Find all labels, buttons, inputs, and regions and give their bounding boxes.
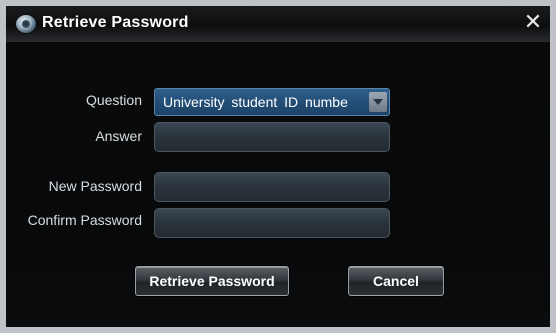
new-password-label: New Password bbox=[48, 178, 142, 194]
dialog-title: Retrieve Password bbox=[42, 14, 189, 31]
new-password-input[interactable] bbox=[155, 173, 389, 201]
close-icon[interactable]: ✕ bbox=[522, 10, 544, 34]
retrieve-password-dialog: Retrieve Password ✕ Question University … bbox=[0, 0, 556, 333]
confirm-password-input[interactable] bbox=[155, 209, 389, 237]
confirm-password-field[interactable] bbox=[154, 208, 390, 238]
title-bar[interactable]: Retrieve Password ✕ bbox=[6, 6, 550, 43]
cancel-button[interactable]: Cancel bbox=[348, 266, 444, 296]
answer-field[interactable] bbox=[154, 122, 390, 152]
question-label: Question bbox=[85, 92, 142, 108]
new-password-field[interactable] bbox=[154, 172, 390, 202]
answer-label: Answer bbox=[95, 128, 142, 144]
answer-input[interactable] bbox=[155, 123, 389, 151]
retrieve-password-button[interactable]: Retrieve Password bbox=[135, 266, 289, 296]
confirm-password-label: Confirm Password bbox=[27, 212, 142, 228]
question-select-value: University student ID numbe bbox=[163, 94, 348, 110]
chevron-down-icon[interactable] bbox=[369, 92, 387, 112]
webcam-icon bbox=[16, 15, 36, 33]
question-select[interactable]: University student ID numbe bbox=[154, 88, 390, 116]
dialog-body: Question University student ID numbe Ans… bbox=[6, 42, 550, 327]
